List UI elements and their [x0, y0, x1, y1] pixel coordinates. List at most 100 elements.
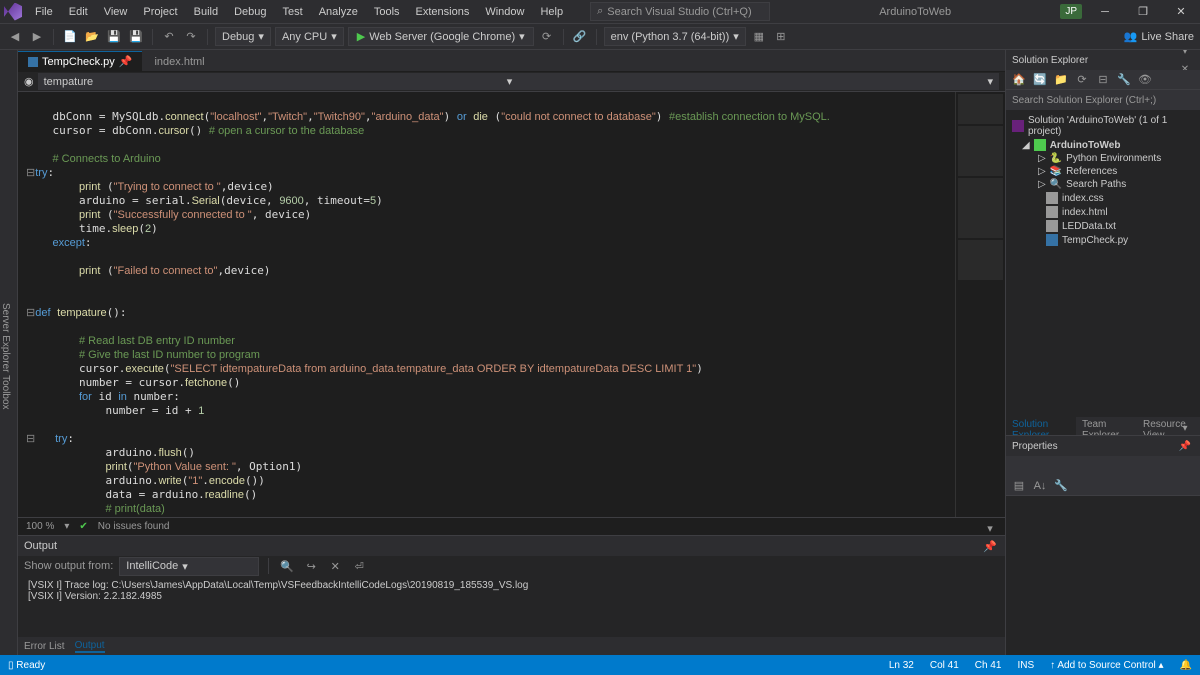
platform-combo[interactable]: Any CPU▾: [275, 27, 344, 46]
title-bar: File Edit View Project Build Debug Test …: [0, 0, 1200, 24]
start-button[interactable]: ▶Web Server (Google Chrome)▾: [348, 27, 534, 46]
code-minimap[interactable]: [955, 92, 1005, 517]
refresh-button[interactable]: ⟳: [538, 28, 556, 46]
tab-team-explorer[interactable]: Team Explorer: [1076, 417, 1137, 435]
solution-node[interactable]: Solution 'ArduinoToWeb' (1 of 1 project): [1008, 114, 1198, 138]
output-tab[interactable]: Output: [75, 640, 105, 653]
menu-tools[interactable]: Tools: [367, 3, 407, 21]
chevron-down-icon[interactable]: ▾: [64, 521, 69, 532]
menu-help[interactable]: Help: [533, 3, 570, 21]
show-all-icon[interactable]: 📁: [1052, 71, 1070, 89]
tab-solution-explorer[interactable]: Solution Explorer: [1006, 417, 1076, 435]
menu-window[interactable]: Window: [478, 3, 531, 21]
html-file-icon: [1046, 206, 1058, 218]
refresh-icon[interactable]: ⟳: [1073, 71, 1091, 89]
file-leddata[interactable]: LEDData.txt: [1008, 219, 1198, 233]
collapse-icon[interactable]: ⊟: [1094, 71, 1112, 89]
tab-tempcheck[interactable]: TempCheck.py 📌: [18, 51, 142, 71]
folder-search-paths[interactable]: ▷ 🔍 Search Paths: [1008, 178, 1198, 191]
categorize-icon[interactable]: ▤: [1010, 477, 1028, 495]
menu-build[interactable]: Build: [187, 3, 225, 21]
menu-extensions[interactable]: Extensions: [409, 3, 477, 21]
output-body[interactable]: [VSIX I] Trace log: C:\Users\James\AppDa…: [18, 576, 1005, 637]
menu-project[interactable]: Project: [136, 3, 184, 21]
menu-view[interactable]: View: [97, 3, 135, 21]
menu-test[interactable]: Test: [276, 3, 310, 21]
properties-combo[interactable]: [1006, 456, 1200, 476]
zoom-level[interactable]: 100 %: [26, 521, 54, 532]
menu-debug[interactable]: Debug: [227, 3, 273, 21]
autohide-icon[interactable]: 📌: [981, 537, 999, 555]
wrap-button[interactable]: ⏎: [350, 557, 368, 575]
minimize-button[interactable]: ─: [1090, 2, 1120, 22]
maximize-button[interactable]: ❐: [1128, 2, 1158, 22]
user-badge[interactable]: JP: [1060, 4, 1082, 19]
error-list-tab[interactable]: Error List: [24, 641, 65, 652]
pin-icon[interactable]: ▾: [981, 519, 999, 537]
notifications-icon[interactable]: 🔔: [1180, 660, 1192, 671]
properties-panel: Properties ▾ 📌 ✕ ▤ A↓ 🔧: [1006, 435, 1200, 655]
alphabetize-icon[interactable]: A↓: [1031, 477, 1049, 495]
dropdown-icon[interactable]: ▾: [1176, 419, 1194, 437]
browser-link-icon[interactable]: 🔗: [571, 28, 589, 46]
preview-icon[interactable]: 👁: [1136, 71, 1154, 89]
clear-button[interactable]: ✕: [326, 557, 344, 575]
folder-references[interactable]: ▷ 📚 References: [1008, 165, 1198, 178]
project-node[interactable]: ◢ ArduinoToWeb: [1008, 138, 1198, 152]
output-source-combo[interactable]: IntelliCode▾: [119, 557, 259, 576]
close-button[interactable]: ✕: [1166, 2, 1196, 22]
menu-analyze[interactable]: Analyze: [312, 3, 365, 21]
nav-forward-button[interactable]: ▶: [28, 28, 46, 46]
file-index-html[interactable]: index.html: [1008, 205, 1198, 219]
tab-index-html[interactable]: index.html: [144, 52, 214, 71]
source-control-button[interactable]: ↑ Add to Source Control ▴: [1050, 660, 1163, 671]
quick-launch-input[interactable]: ⌕ Search Visual Studio (Ctrl+Q): [590, 2, 770, 21]
file-tempcheck[interactable]: TempCheck.py: [1008, 233, 1198, 247]
code-content[interactable]: dbConn = MySQLdb.connect("localhost","Tw…: [18, 92, 955, 517]
menu-edit[interactable]: Edit: [62, 3, 95, 21]
autohide-icon[interactable]: 📌: [1176, 437, 1194, 455]
file-index-css[interactable]: index.css: [1008, 191, 1198, 205]
properties-icon[interactable]: 🔧: [1115, 71, 1133, 89]
expand-icon[interactable]: ▷: [1038, 153, 1046, 164]
save-all-button[interactable]: 💾: [127, 28, 145, 46]
redo-button[interactable]: ↷: [182, 28, 200, 46]
dropdown-icon[interactable]: ▾: [1176, 50, 1194, 60]
expand-icon[interactable]: ◢: [1022, 140, 1030, 151]
home-icon[interactable]: 🏠: [1010, 71, 1028, 89]
chevron-down-icon: ▾: [733, 30, 739, 43]
live-share-icon: 👥: [1124, 30, 1138, 43]
expand-icon[interactable]: ▷: [1038, 179, 1046, 190]
member-combo-2[interactable]: ▾: [518, 73, 999, 90]
live-share-button[interactable]: 👥 Live Share: [1124, 30, 1194, 43]
wrench-icon[interactable]: 🔧: [1052, 477, 1070, 495]
sync-icon[interactable]: 🔄: [1031, 71, 1049, 89]
member-combo[interactable]: tempature ▾: [38, 73, 519, 90]
vs-logo-icon: [4, 3, 22, 21]
expand-icon[interactable]: ▷: [1038, 166, 1046, 177]
new-button[interactable]: 📄: [61, 28, 79, 46]
chevron-down-icon: ▾: [507, 75, 513, 88]
nav-back-button[interactable]: ◀: [6, 28, 24, 46]
status-col: Col 41: [930, 660, 959, 671]
module-button[interactable]: ▦: [750, 28, 768, 46]
status-ready: ▯ Ready: [8, 660, 45, 671]
python-file-icon: [28, 57, 38, 67]
solution-explorer-header: Solution Explorer ▾ ✕: [1006, 50, 1200, 70]
layout-button[interactable]: ⊞: [772, 28, 790, 46]
goto-button[interactable]: ↪: [302, 557, 320, 575]
environment-combo[interactable]: env (Python 3.7 (64-bit))▾: [604, 27, 746, 46]
left-sidebar[interactable]: Server Explorer Toolbox: [0, 50, 18, 655]
find-button[interactable]: 🔍: [278, 557, 296, 575]
open-button[interactable]: 📂: [83, 28, 101, 46]
folder-python-env[interactable]: ▷ 🐍 Python Environments: [1008, 152, 1198, 165]
save-button[interactable]: 💾: [105, 28, 123, 46]
code-editor[interactable]: dbConn = MySQLdb.connect("localhost","Tw…: [18, 92, 1005, 517]
solution-search-input[interactable]: Search Solution Explorer (Ctrl+;): [1006, 90, 1200, 110]
menu-file[interactable]: File: [28, 3, 60, 21]
undo-button[interactable]: ↶: [160, 28, 178, 46]
chevron-down-icon: ▾: [331, 30, 337, 43]
pin-icon[interactable]: 📌: [119, 55, 133, 68]
window-title: ArduinoToWeb: [770, 6, 1060, 18]
config-combo[interactable]: Debug▾: [215, 27, 271, 46]
